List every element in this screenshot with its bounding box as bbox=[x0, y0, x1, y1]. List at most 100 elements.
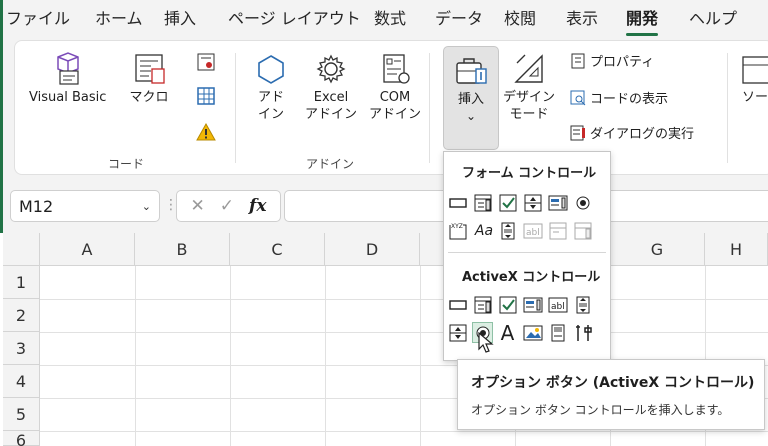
activex-image-icon[interactable] bbox=[522, 322, 543, 343]
design-mode-icon bbox=[509, 49, 549, 89]
activex-command-button-icon[interactable] bbox=[447, 294, 468, 315]
activex-scroll-bar-icon[interactable] bbox=[572, 294, 593, 315]
activex-text-box-icon[interactable]: abl bbox=[547, 294, 568, 315]
form-combo-box-icon[interactable] bbox=[472, 192, 493, 213]
design-mode-button[interactable]: デザイン モード bbox=[503, 49, 555, 123]
design-mode-label-2: モード bbox=[509, 107, 549, 122]
tooltip-title: オプション ボタン (ActiveX コントロール) bbox=[471, 375, 755, 391]
macro-security-icon[interactable] bbox=[195, 121, 217, 143]
gridline bbox=[230, 266, 231, 446]
run-dialog-button[interactable]: ダイアログの実行 bbox=[570, 123, 694, 142]
text-box-glyph: abl bbox=[551, 302, 565, 312]
more-controls-icon[interactable] bbox=[572, 322, 593, 343]
activex-label-icon[interactable]: A bbox=[497, 321, 518, 345]
excel-addins-label-2: アドイン bbox=[305, 107, 358, 122]
code-group-label: コード bbox=[108, 157, 145, 171]
source-icon bbox=[735, 49, 768, 89]
excel-addins-button[interactable]: Excel アドイン bbox=[305, 49, 357, 123]
tab-insert[interactable]: 挿入 bbox=[164, 8, 196, 30]
column-header-b[interactable]: B bbox=[135, 233, 230, 266]
row-header-1[interactable]: 1 bbox=[3, 266, 40, 299]
gridline bbox=[40, 299, 768, 300]
column-header-h[interactable]: H bbox=[705, 233, 768, 266]
tooltip: オプション ボタン (ActiveX コントロール) オプション ボタン コント… bbox=[457, 359, 765, 430]
form-spin-button-icon[interactable] bbox=[522, 192, 543, 213]
addins-group-label: アドイン bbox=[306, 157, 355, 171]
tab-page-layout[interactable]: ページ レイアウト bbox=[228, 8, 361, 30]
visual-basic-button[interactable]: Visual Basic bbox=[29, 49, 106, 106]
form-button-icon[interactable] bbox=[447, 192, 468, 213]
column-header-a[interactable]: A bbox=[40, 233, 135, 266]
activex-list-box-icon[interactable] bbox=[522, 294, 543, 315]
form-controls-heading: フォーム コントロール bbox=[462, 166, 597, 181]
enter-icon[interactable]: ✓ bbox=[220, 196, 234, 216]
row-header-4[interactable]: 4 bbox=[3, 365, 40, 398]
mouse-cursor-icon bbox=[478, 332, 494, 353]
insert-controls-dropdown: フォーム コントロール XYZ Aa abl ActiveX コントロール ab… bbox=[443, 151, 611, 361]
design-mode-label-1: デザイン bbox=[503, 90, 556, 105]
com-addins-label-2: アドイン bbox=[369, 107, 422, 122]
gridline bbox=[135, 266, 136, 446]
tab-developer[interactable]: 開発 bbox=[626, 8, 659, 36]
tab-formulas[interactable]: 数式 bbox=[374, 8, 406, 30]
activex-checkbox-icon[interactable] bbox=[497, 294, 518, 315]
form-group-box-icon[interactable]: XYZ bbox=[447, 220, 468, 241]
view-code-label: コードの表示 bbox=[590, 92, 669, 107]
insert-controls-button[interactable]: 挿入 ⌄ bbox=[443, 46, 499, 150]
row-header-6[interactable]: 6 bbox=[3, 431, 40, 446]
properties-icon bbox=[571, 53, 585, 68]
form-label-icon[interactable]: Aa bbox=[472, 220, 496, 241]
tab-help[interactable]: ヘルプ bbox=[689, 8, 737, 30]
menu-tab-bar: ファイル ホーム 挿入 ページ レイアウト 数式 データ 校閲 表示 開発 ヘル… bbox=[3, 0, 768, 38]
chevron-down-icon[interactable]: ⌄ bbox=[142, 200, 151, 213]
chevron-down-icon: ⌄ bbox=[465, 109, 477, 123]
column-header-d[interactable]: D bbox=[325, 233, 420, 266]
group-separator bbox=[429, 53, 430, 163]
column-header-c[interactable]: C bbox=[230, 233, 325, 266]
row-header-5[interactable]: 5 bbox=[3, 398, 40, 431]
view-code-icon bbox=[570, 90, 586, 105]
properties-label: プロパティ bbox=[590, 55, 655, 70]
tab-home[interactable]: ホーム bbox=[95, 8, 143, 30]
macros-button[interactable]: マクロ bbox=[129, 49, 169, 106]
macros-icon bbox=[129, 49, 169, 89]
view-code-button[interactable]: コードの表示 bbox=[570, 88, 668, 107]
insert-function-icon[interactable]: fx bbox=[249, 196, 266, 216]
tab-data[interactable]: データ bbox=[435, 8, 483, 30]
activex-spin-button-icon[interactable] bbox=[447, 322, 468, 343]
tab-review[interactable]: 校閲 bbox=[504, 8, 536, 30]
com-addins-button[interactable]: COM アドイン bbox=[369, 49, 421, 123]
form-checkbox-icon[interactable] bbox=[497, 192, 518, 213]
form-list-box-icon[interactable] bbox=[547, 192, 568, 213]
gridline bbox=[40, 431, 768, 432]
gear-icon bbox=[311, 49, 351, 89]
svg-text:abl: abl bbox=[526, 228, 540, 238]
addins-label-1: アド bbox=[257, 90, 284, 105]
tab-view[interactable]: 表示 bbox=[566, 8, 598, 30]
tab-file[interactable]: ファイル bbox=[6, 8, 70, 30]
addins-label-2: イン bbox=[257, 107, 284, 122]
gridline bbox=[420, 266, 421, 446]
form-option-button-icon[interactable] bbox=[572, 192, 593, 213]
row-header-3[interactable]: 3 bbox=[3, 332, 40, 365]
activex-controls-heading: ActiveX コントロール bbox=[462, 270, 601, 285]
tooltip-description: オプション ボタン コントロールを挿入します。 bbox=[471, 403, 730, 417]
addins-icon bbox=[251, 49, 291, 89]
form-scroll-bar-icon[interactable] bbox=[497, 220, 518, 241]
source-button-partial[interactable]: ソー bbox=[735, 49, 768, 106]
cancel-icon[interactable]: ✕ bbox=[191, 196, 205, 216]
activex-combo-box-icon[interactable] bbox=[472, 294, 493, 315]
addins-button[interactable]: アド イン bbox=[251, 49, 291, 123]
column-header-g[interactable]: G bbox=[610, 233, 705, 266]
properties-button[interactable]: プロパティ bbox=[570, 51, 654, 70]
select-all-corner[interactable] bbox=[3, 233, 40, 266]
relative-reference-icon[interactable] bbox=[195, 85, 217, 107]
toolbox-icon bbox=[451, 51, 491, 91]
activex-toggle-button-icon[interactable] bbox=[547, 322, 568, 343]
row-header-2[interactable]: 2 bbox=[3, 299, 40, 332]
visual-basic-icon bbox=[48, 49, 88, 89]
source-label: ソー bbox=[741, 90, 768, 105]
group-separator bbox=[235, 53, 236, 163]
name-box[interactable]: M12 ⌄ bbox=[10, 190, 160, 222]
record-macro-icon[interactable] bbox=[195, 51, 217, 73]
